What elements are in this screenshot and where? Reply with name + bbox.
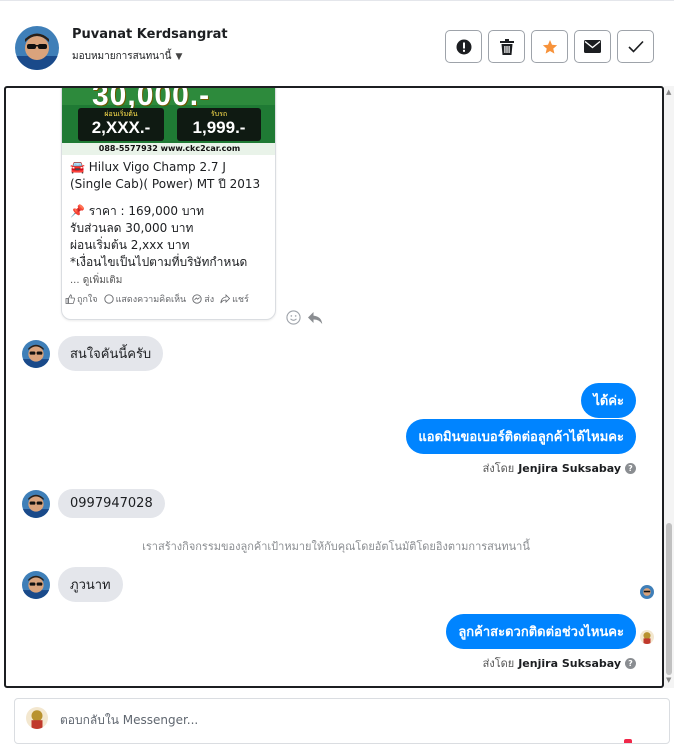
customer-name: Puvanat Kerdsangrat xyxy=(72,27,228,42)
post-image-box-pickup: รับรถ 1,999.- xyxy=(177,108,261,141)
delete-button[interactable] xyxy=(488,30,525,63)
see-more-link[interactable]: ... ดูเพิ่มเติม xyxy=(70,272,267,289)
post-image: 30,000.- ผ่อนเริ่มต้น 2,XXX.- รับรถ 1,99… xyxy=(62,88,275,155)
assign-label: มอบหมายการสนทนานี้ xyxy=(72,51,172,62)
incoming-message-bubble[interactable]: 0997947028 xyxy=(58,489,165,518)
sent-by-label: ส่งโดย Jenjira Suksabay ? xyxy=(483,654,636,672)
seen-avatar xyxy=(640,585,654,599)
post-actions: ถูกใจ แสดงความคิดเห็น ส่ง แชร์ xyxy=(65,292,275,306)
sender-name: Jenjira Suksabay xyxy=(518,461,621,475)
mark-spam-button[interactable] xyxy=(445,30,482,63)
incoming-message-bubble[interactable]: สนใจคันนี้ครับ xyxy=(58,336,164,371)
agent-seen-avatar xyxy=(640,630,654,644)
sender-name: Jenjira Suksabay xyxy=(518,656,621,670)
reply-icon[interactable] xyxy=(307,311,323,325)
customer-avatar xyxy=(22,489,50,518)
incoming-message-row: สนใจคันนี้ครับ xyxy=(22,336,164,371)
post-reaction-tools xyxy=(286,310,323,325)
mark-done-button[interactable] xyxy=(617,30,654,63)
reply-input[interactable]: ตอบกลับใน Messenger... xyxy=(60,711,198,730)
messenger-icon xyxy=(192,294,202,304)
sent-by-label: ส่งโดย Jenjira Suksabay ? xyxy=(483,459,636,477)
post-like-button[interactable]: ถูกใจ xyxy=(65,292,98,306)
conversation-header: Puvanat Kerdsangrat มอบหมายการสนทนานี้ ▼ xyxy=(0,0,674,86)
post-title: 🚘 Hilux Vigo Champ 2.7 J (Single Cab)( P… xyxy=(70,160,261,191)
scroll-down-arrow-icon[interactable]: ▼ xyxy=(666,676,671,684)
agent-avatar xyxy=(26,707,48,729)
reply-composer[interactable]: ตอบกลับใน Messenger... xyxy=(14,698,670,744)
notification-dot xyxy=(624,739,632,743)
scroll-up-arrow-icon[interactable]: ▲ xyxy=(666,88,671,96)
thread-scrollbar[interactable]: ▲ ▼ xyxy=(664,86,674,688)
post-share-button[interactable]: แชร์ xyxy=(220,292,249,306)
post-body: 📌 ราคา : 169,000 บาท รับส่วนลด 30,000 บา… xyxy=(70,204,248,269)
incoming-message-row: 0997947028 xyxy=(22,489,165,518)
customer-avatar[interactable] xyxy=(15,26,59,70)
outgoing-message-bubble[interactable]: ได้ค่ะ xyxy=(581,383,636,418)
scroll-thumb[interactable] xyxy=(666,523,672,675)
caret-down-icon: ▼ xyxy=(175,51,183,62)
assign-conversation-dropdown[interactable]: มอบหมายการสนทนานี้ ▼ xyxy=(72,49,182,64)
alert-icon xyxy=(456,39,471,54)
star-icon xyxy=(542,39,557,54)
header-actions xyxy=(445,30,654,63)
outgoing-message-bubble[interactable]: ลูกค้าสะดวกติดต่อช่วงไหนคะ xyxy=(446,614,636,649)
system-notice: เราสร้างกิจกรรมของลูกค้าเป้าหมายให้กับคุ… xyxy=(142,540,530,553)
post-send-button[interactable]: ส่ง xyxy=(192,292,214,306)
post-text: 🚘 Hilux Vigo Champ 2.7 J (Single Cab)( P… xyxy=(62,155,275,289)
check-icon xyxy=(627,40,644,53)
star-button[interactable] xyxy=(531,30,568,63)
message-thread[interactable]: 30,000.- ผ่อนเริ่มต้น 2,XXX.- รับรถ 1,99… xyxy=(4,86,664,688)
emoji-react-icon[interactable] xyxy=(286,310,301,325)
trash-icon xyxy=(499,38,514,55)
info-icon[interactable]: ? xyxy=(625,462,636,474)
post-image-box-installment: ผ่อนเริ่มต้น 2,XXX.- xyxy=(78,108,164,141)
share-icon xyxy=(220,294,231,304)
envelope-icon xyxy=(584,40,601,53)
info-icon[interactable]: ? xyxy=(625,657,636,669)
customer-avatar xyxy=(22,570,50,599)
customer-avatar xyxy=(22,339,50,368)
thumbs-up-icon xyxy=(65,294,75,304)
shared-post-card[interactable]: 30,000.- ผ่อนเริ่มต้น 2,XXX.- รับรถ 1,99… xyxy=(61,88,276,320)
incoming-message-row: ภูวนาท xyxy=(22,567,123,602)
mark-unread-button[interactable] xyxy=(574,30,611,63)
comment-icon xyxy=(103,294,114,304)
incoming-message-bubble[interactable]: ภูวนาท xyxy=(58,567,123,602)
post-image-contact: 088-5577932 www.ckc2car.com xyxy=(62,143,275,155)
post-comment-button[interactable]: แสดงความคิดเห็น xyxy=(103,292,186,306)
outgoing-message-bubble[interactable]: แอดมินขอเบอร์ติดต่อลูกค้าได้ไหมคะ xyxy=(406,419,636,454)
